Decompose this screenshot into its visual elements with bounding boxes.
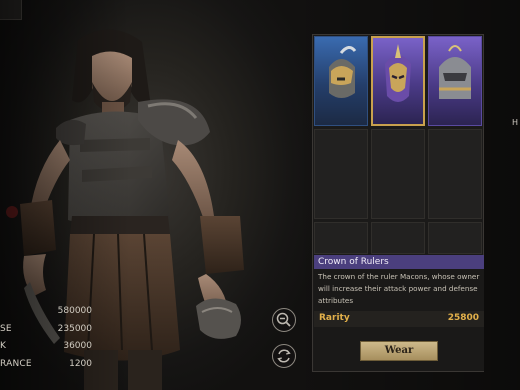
item-description: The crown of the ruler Macons, whose own… <box>318 272 480 305</box>
purple-mask-helmet-icon <box>385 44 411 102</box>
inventory-slot-empty[interactable] <box>371 222 425 254</box>
inventory-slot-empty[interactable] <box>314 129 368 219</box>
item-name: Crown of Rulers <box>314 255 484 269</box>
blue-helmet-icon <box>329 46 357 98</box>
inventory-slot-empty[interactable] <box>428 222 482 254</box>
purple-knight-helmet-icon <box>439 45 471 99</box>
rarity-row: Rarity 25800 <box>314 311 484 327</box>
rarity-label: Rarity <box>319 313 350 323</box>
rotate-icon <box>277 349 291 363</box>
inventory-slot[interactable] <box>428 36 482 126</box>
stat-label: SE <box>0 323 12 334</box>
stat-value: 580000 <box>57 306 92 316</box>
stat-row: 580000 <box>0 306 100 324</box>
stat-row: RANCE 1200 <box>0 359 100 377</box>
stat-value: 36000 <box>63 341 92 351</box>
right-edge-panel: H <box>496 70 520 150</box>
inventory-slot-empty[interactable] <box>428 129 482 219</box>
zoom-out-icon <box>276 312 291 327</box>
stat-value: 235000 <box>57 323 92 334</box>
item-info-card: Crown of Rulers The crown of the ruler M… <box>314 255 484 371</box>
stat-value: 1200 <box>69 358 92 369</box>
inventory-slot[interactable] <box>314 36 368 126</box>
zoom-out-button[interactable] <box>272 308 296 332</box>
equipment-panel: Crown of Rulers The crown of the ruler M… <box>312 34 484 372</box>
wear-button[interactable]: Wear <box>360 341 438 361</box>
stat-row: SE 235000 <box>0 324 100 342</box>
rotate-button[interactable] <box>272 344 296 368</box>
inventory-slot-selected[interactable] <box>371 36 425 126</box>
rarity-value: 25800 <box>447 313 479 323</box>
right-edge-label: H <box>512 118 519 127</box>
stat-row: K 36000 <box>0 341 100 359</box>
inventory-slot-empty[interactable] <box>314 222 368 254</box>
stat-label: RANCE <box>0 358 32 369</box>
stat-label: K <box>0 341 7 351</box>
hero-stats: 580000 SE 235000 K 36000 RANCE 1200 <box>0 306 100 376</box>
inventory-slot-empty[interactable] <box>371 129 425 219</box>
